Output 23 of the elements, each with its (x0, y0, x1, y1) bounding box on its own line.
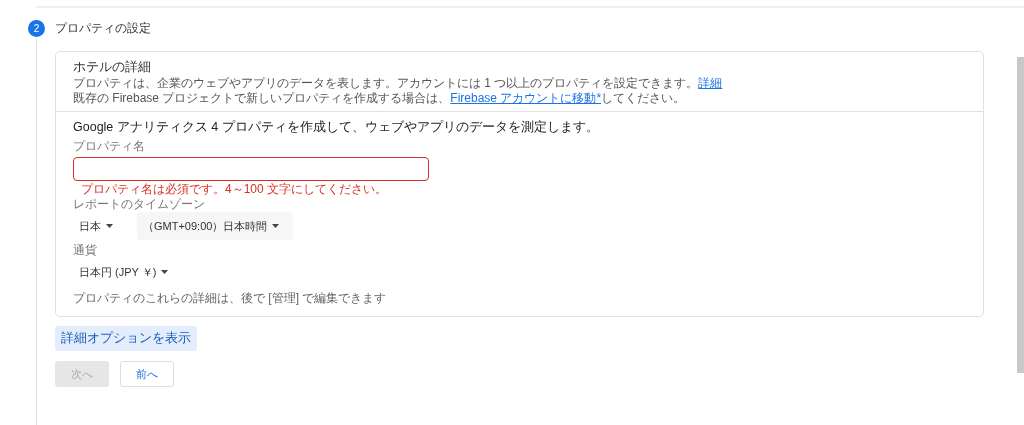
link[interactable]: Firebase アカウントに移動* (450, 91, 602, 105)
back-button[interactable]: 前へ (120, 361, 174, 387)
card-title: ホテルの詳細 (73, 59, 152, 75)
field-label: レポートのタイムゾーン (73, 197, 205, 212)
step-number: 2 (28, 20, 45, 37)
country-select[interactable]: 日本 (73, 212, 127, 240)
caret-icon (161, 270, 169, 274)
field-label: 通貨 (73, 243, 97, 258)
note-text: プロパティのこれらの詳細は、後で [管理] で編集できます (73, 291, 387, 306)
error-message: プロパティ名は必須です。4～100 文字にしてください。 (81, 182, 388, 197)
timezone-select[interactable]: （GMT+09:00）日本時間 (137, 212, 294, 240)
property-name-input[interactable] (73, 157, 429, 181)
intro-text: Google アナリティクス 4 プロパティを作成して、ウェブやアプリのデータを測定します。 (73, 120, 599, 135)
step-title: プロパティの設定 (55, 20, 151, 37)
show-advanced-options-button[interactable]: 詳細オプションを表示 (55, 326, 197, 351)
scrollbar[interactable] (1017, 57, 1024, 373)
caret-icon (106, 224, 113, 228)
link[interactable]: 詳細 (698, 76, 723, 90)
description-text: 既存の Firebase プロジェクトで新しいプロパティを作成する場合は、Firebase アカウントに移動*してください。 (73, 91, 687, 106)
field-label: プロパティ名 (73, 139, 145, 154)
caret-icon (272, 224, 280, 228)
description-text: プロパティは、企業のウェブやアプリのデータを表します。アカウントには 1 つ以上のプロパティを設定できます。詳細 (73, 76, 724, 91)
currency-select[interactable]: 日本円 (JPY ￥) (73, 258, 183, 286)
